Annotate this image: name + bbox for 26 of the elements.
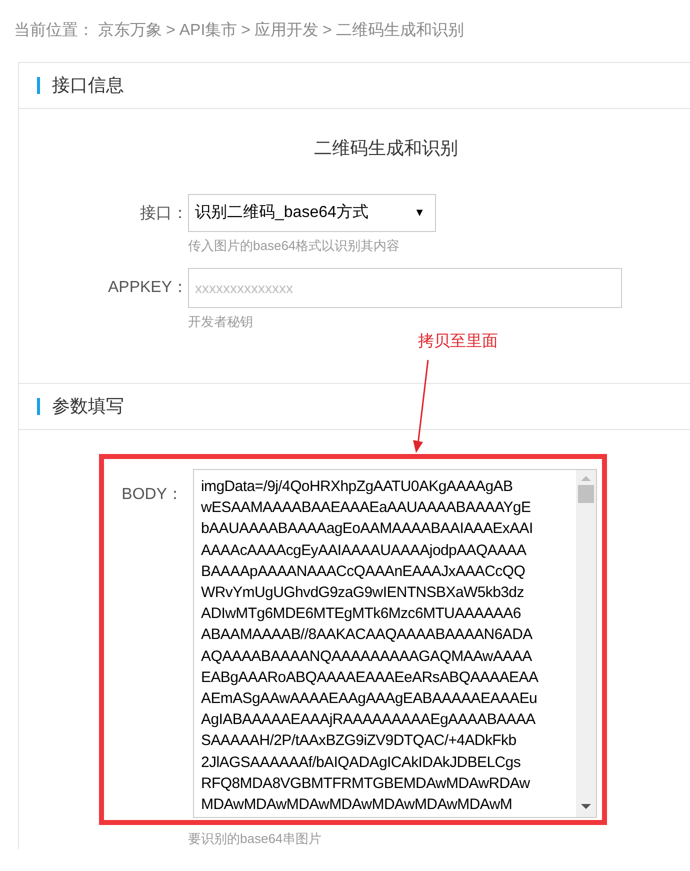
- breadcrumb-separator: >: [322, 21, 332, 41]
- interface-select[interactable]: 识别二维码_base64方式 ▼: [188, 194, 436, 232]
- breadcrumb-separator: >: [241, 21, 250, 41]
- breadcrumb-link[interactable]: API集市: [179, 19, 238, 43]
- field-hint: 传入图片的base64格式以识别其内容: [188, 237, 401, 255]
- breadcrumb-link[interactable]: 二维码生成和识别: [336, 19, 464, 43]
- breadcrumb-label: 当前位置：: [14, 21, 94, 41]
- field-label: 接口：: [139, 204, 188, 224]
- section-accent-bar: [37, 77, 40, 94]
- body-textarea-field[interactable]: imgData=/9j/4QoHRXhpZgAATU0AKgAAAAgAB wESAAMAAAABAAEAAAEaAAUAAAABAAAAYgE bAAUAAAABAAAAagEoAAMAAAABAAIAAAExAAI AAAAcAAAAcgEyAAIAAAAUAAAAjodpAAQAAAA BAAAApAAAANAAACcQAAAnEAAAJxAAACcQQ WRvYmUgUGhvdG9zaG9wIENTNSBXaW5kb3dz ADIwMTg6MDE6MTEgMTk6Mzc6MTUAAAAAA6 ABAAMAAAAB//8AAKACAAQAAAABAAAAN6ADA AQAAAABAAAANQAAAAAAAAAGAQMAAwAAAA EABgAAARoABQAAAAEAAAEeARsABQAAAAEAA AEmASgAAwAAAAEAAgAAAgEABAAAAAEAAAEu AgIABAAAAAEAAAjRAAAAAAAAAEgAAAABAAAA SAAAAAH/2P/tAAxBZG9iZV9DTQAC/+4ADkFkb 2JlAGSAAAAAAf/bAIQADAgICAkIDAkJDBELCgs RFQ8MDA8VGBMTFRMTGBEMDAwMDAwRDAw MDAwMDAwMDAwMDAwMDAwMDAwMDAwM: [193, 469, 597, 818]
- scroll-down-arrow-icon[interactable]: [581, 804, 591, 810]
- section-heading: 参数填写: [52, 395, 124, 418]
- field-label: APPKEY：: [106, 278, 188, 298]
- section-heading: 接口信息: [52, 74, 124, 97]
- breadcrumb-link[interactable]: 应用开发: [254, 19, 318, 43]
- field-hint: 开发者秘钥: [188, 312, 254, 330]
- breadcrumb-separator: >: [166, 21, 176, 41]
- appkey-input-field[interactable]: xxxxxxxxxxxxxx: [188, 268, 622, 308]
- field-label: BODY：: [120, 485, 184, 505]
- scrollbar[interactable]: [576, 470, 596, 818]
- annotation-text: 拷贝至里面: [418, 332, 498, 352]
- breadcrumb-link[interactable]: 京东万象: [98, 19, 162, 43]
- api-title: 二维码生成和识别: [313, 137, 459, 160]
- section-accent-bar: [37, 398, 40, 415]
- field-hint: 要识别的base64串图片: [188, 830, 323, 848]
- scrollbar-thumb[interactable]: [578, 485, 594, 503]
